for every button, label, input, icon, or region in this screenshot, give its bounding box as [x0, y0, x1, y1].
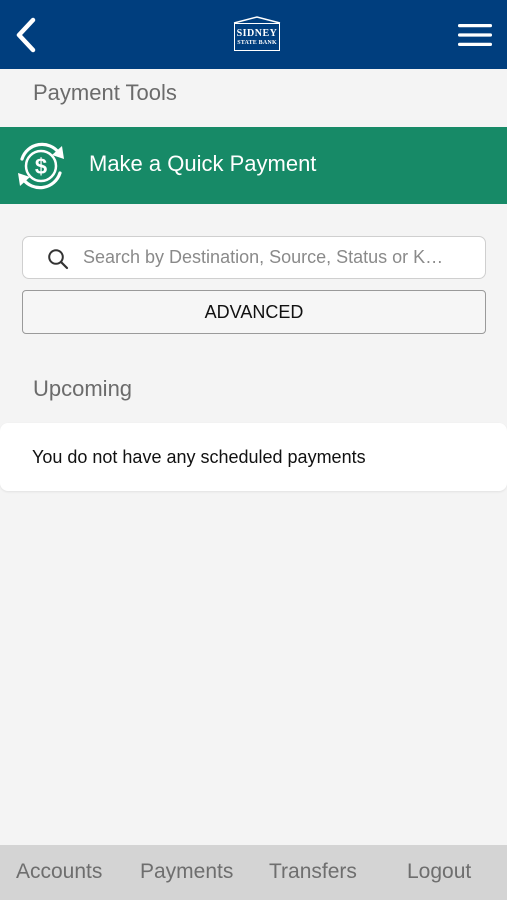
top-header: SIDNEY STATE BANK: [0, 0, 507, 69]
logo-text-subtitle: STATE BANK: [237, 39, 277, 46]
bank-logo: SIDNEY STATE BANK: [232, 16, 282, 54]
tab-accounts[interactable]: Accounts: [16, 860, 102, 884]
menu-button[interactable]: [455, 18, 495, 52]
tab-transfers[interactable]: Transfers: [269, 860, 357, 884]
quick-payment-button[interactable]: $ Make a Quick Payment: [0, 127, 507, 204]
advanced-button[interactable]: ADVANCED: [22, 290, 486, 334]
back-button[interactable]: [8, 14, 44, 56]
empty-payments-card: You do not have any scheduled payments: [0, 423, 507, 491]
empty-payments-message: You do not have any scheduled payments: [32, 447, 366, 467]
tab-payments[interactable]: Payments: [140, 860, 233, 884]
search-box[interactable]: [22, 236, 486, 279]
upcoming-title: Upcoming: [33, 376, 133, 401]
bottom-tab-bar: Accounts Payments Transfers Logout: [0, 845, 507, 900]
tab-logout[interactable]: Logout: [407, 860, 471, 884]
payment-tools-title: Payment Tools: [33, 80, 177, 105]
search-icon: [48, 249, 69, 270]
svg-text:$: $: [35, 154, 47, 179]
hamburger-menu-icon: [458, 24, 492, 46]
logo-box: SIDNEY STATE BANK: [234, 23, 280, 51]
dollar-cycle-icon: $: [18, 142, 64, 190]
app-screen: SIDNEY STATE BANK Payment Tools $ Make a…: [0, 0, 507, 900]
chevron-left-icon: [16, 17, 36, 53]
search-input[interactable]: [83, 237, 475, 278]
quick-payment-label: Make a Quick Payment: [89, 151, 317, 176]
logo-text-name: SIDNEY: [236, 27, 278, 39]
